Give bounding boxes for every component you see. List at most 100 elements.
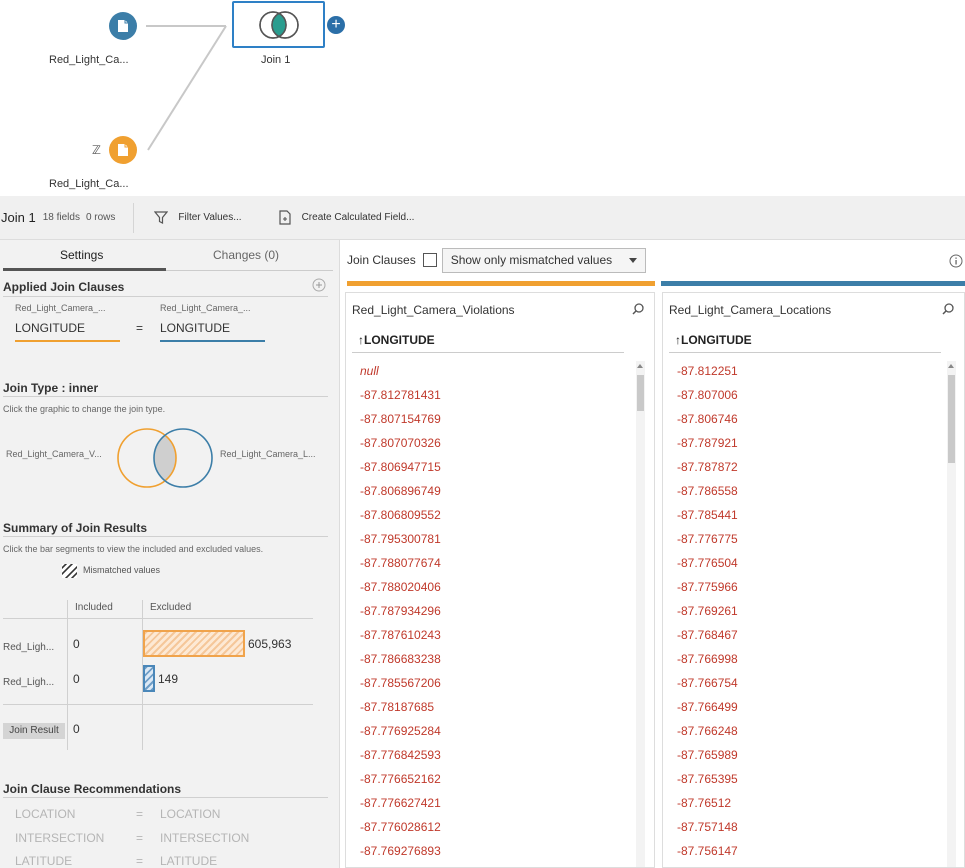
create-calculated-field-label: Create Calculated Field...: [301, 212, 415, 223]
step-toolbar: Join 1 18 fields 0 rows Filter Values...…: [0, 196, 965, 240]
section-divider: [3, 797, 328, 798]
venn-left-label: Red_Light_Camera_V...: [6, 449, 102, 459]
value-item[interactable]: -87.807070326: [360, 431, 441, 455]
value-item[interactable]: -87.788020406: [360, 575, 441, 599]
value-item[interactable]: -87.768467: [677, 623, 738, 647]
value-item[interactable]: -87.806896749: [360, 479, 441, 503]
input-node-violations[interactable]: [109, 12, 137, 40]
value-item[interactable]: -87.785567206: [360, 671, 441, 695]
value-item[interactable]: -87.787934296: [360, 599, 441, 623]
value-item[interactable]: -87.769276893: [360, 839, 441, 863]
value-item[interactable]: -87.766248: [677, 719, 738, 743]
search-icon[interactable]: [632, 303, 644, 315]
right-field-header[interactable]: ↑LONGITUDE: [675, 333, 752, 347]
input-node-locations-label: Red_Light_Ca...: [49, 178, 129, 190]
value-item[interactable]: -87.807154769: [360, 407, 441, 431]
join-step-node[interactable]: [232, 1, 325, 48]
value-item[interactable]: -87.756147: [677, 839, 738, 863]
left-scrollbar[interactable]: [636, 361, 645, 867]
included-column-header: Included: [75, 602, 113, 613]
recommendation-left: LOCATION: [15, 807, 76, 821]
value-item[interactable]: -87.806809552: [360, 503, 441, 527]
svg-text:ℤ: ℤ: [92, 143, 101, 157]
value-item[interactable]: -87.795300781: [360, 527, 441, 551]
filter-values-label: Filter Values...: [178, 212, 242, 223]
recommendations-title: Join Clause Recommendations: [3, 782, 182, 796]
value-item[interactable]: -87.776627421: [360, 791, 441, 815]
value-item[interactable]: -87.812781431: [360, 383, 441, 407]
scroll-up-arrow[interactable]: [637, 364, 643, 368]
filter-values-button[interactable]: Filter Values...: [154, 211, 242, 224]
value-item[interactable]: -87.812251: [677, 359, 738, 383]
scrollbar-thumb[interactable]: [948, 375, 955, 463]
create-calculated-field-button[interactable]: Create Calculated Field...: [278, 210, 415, 225]
right-source-color-strip: [661, 281, 965, 286]
value-item[interactable]: null: [360, 359, 441, 383]
clause-left-field[interactable]: LONGITUDE: [15, 321, 85, 335]
value-item[interactable]: -87.788077674: [360, 551, 441, 575]
value-item[interactable]: -87.765989: [677, 743, 738, 767]
value-item[interactable]: -87.806947715: [360, 455, 441, 479]
value-item[interactable]: -87.776504: [677, 551, 738, 575]
tab-changes[interactable]: Changes (0): [213, 248, 279, 262]
value-item[interactable]: -87.757148: [677, 815, 738, 839]
value-item[interactable]: -87.766499: [677, 695, 738, 719]
tab-settings[interactable]: Settings: [60, 248, 103, 262]
summary-row-violations-included[interactable]: 0: [73, 637, 80, 651]
clause-operator[interactable]: =: [136, 321, 143, 335]
right-field-name: LONGITUDE: [681, 333, 752, 347]
add-step-button[interactable]: +: [327, 16, 345, 34]
clause-right-field[interactable]: LONGITUDE: [160, 321, 230, 335]
summary-row-violations-excluded-bar[interactable]: [143, 630, 245, 657]
value-item[interactable]: -87.787610243: [360, 623, 441, 647]
recommendation-row[interactable]: INTERSECTION = INTERSECTION: [15, 831, 249, 845]
value-item[interactable]: -87.806746: [677, 407, 738, 431]
join-step-label: Join 1: [261, 54, 291, 66]
scroll-up-arrow[interactable]: [948, 364, 954, 368]
left-field-header[interactable]: ↑LONGITUDE: [358, 333, 435, 347]
value-item[interactable]: -87.787921: [677, 431, 738, 455]
value-item[interactable]: -87.786683238: [360, 647, 441, 671]
left-values-list: null -87.812781431 -87.807154769 -87.807070…: [360, 359, 441, 863]
value-item[interactable]: -87.76512: [677, 791, 738, 815]
value-item[interactable]: -87.78187685: [360, 695, 441, 719]
value-item[interactable]: -87.769261: [677, 599, 738, 623]
value-item[interactable]: -87.776775: [677, 527, 738, 551]
summary-row-locations-excluded-bar[interactable]: [143, 665, 155, 692]
value-item[interactable]: -87.766754: [677, 671, 738, 695]
section-divider: [3, 396, 328, 397]
value-item[interactable]: -87.807006: [677, 383, 738, 407]
join-clauses-bar: Join Clauses Show only mismatched values: [341, 240, 965, 280]
recommendation-row[interactable]: LOCATION = LOCATION: [15, 807, 220, 821]
toolbar-divider: [133, 202, 135, 233]
summary-result-rule: [3, 704, 313, 705]
flow-canvas[interactable]: Red_Light_Ca... ℤ Red_Light_Ca... + Join…: [0, 0, 965, 196]
file-icon: [118, 144, 128, 156]
value-item[interactable]: -87.786558: [677, 479, 738, 503]
input-node-locations[interactable]: [109, 136, 137, 164]
value-item[interactable]: -87.765395: [677, 767, 738, 791]
value-item[interactable]: -87.785441: [677, 503, 738, 527]
join-type-title: Join Type : inner: [3, 381, 99, 395]
mismatched-filter-dropdown[interactable]: Show only mismatched values: [441, 247, 646, 273]
value-item[interactable]: -87.776652162: [360, 767, 441, 791]
right-scrollbar[interactable]: [947, 361, 956, 867]
join-type-venn-diagram[interactable]: [115, 426, 217, 490]
value-item[interactable]: -87.776925284: [360, 719, 441, 743]
value-item[interactable]: -87.766998: [677, 647, 738, 671]
add-join-clause-icon[interactable]: [312, 278, 326, 297]
mismatched-only-checkbox[interactable]: [422, 253, 437, 267]
right-panel-title: Red_Light_Camera_Locations: [669, 303, 832, 317]
summary-row-locations-included[interactable]: 0: [73, 672, 80, 686]
search-icon[interactable]: [942, 303, 954, 315]
value-item[interactable]: -87.787872: [677, 455, 738, 479]
recommendation-row[interactable]: LATITUDE = LATITUDE: [15, 854, 217, 868]
field-count: 18 fields: [42, 212, 80, 223]
value-item[interactable]: -87.776842593: [360, 743, 441, 767]
value-item[interactable]: -87.775966: [677, 575, 738, 599]
applied-join-clauses-title: Applied Join Clauses: [3, 280, 125, 294]
value-item[interactable]: -87.776028612: [360, 815, 441, 839]
info-icon[interactable]: [949, 254, 963, 268]
section-divider: [3, 296, 328, 297]
scrollbar-thumb[interactable]: [637, 375, 644, 411]
